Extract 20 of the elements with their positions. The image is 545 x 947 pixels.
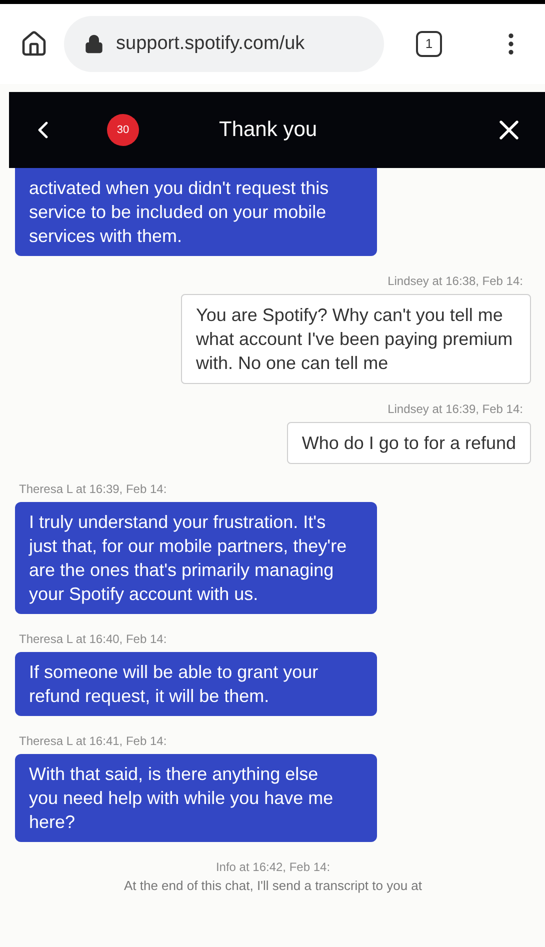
message-meta: Lindsey at 16:38, Feb 14: [388,273,523,290]
customer-message-bubble: Who do I go to for a refund [286,422,531,464]
message-meta: Theresa L at 16:40, Feb 14: [19,631,167,648]
message-meta: Info at 16:42, Feb 14: [216,859,330,876]
url-text: support.spotify.com/uk [116,32,305,56]
message-meta: Theresa L at 16:39, Feb 14: [19,481,167,498]
lock-icon [84,34,104,54]
agent-message-bubble: activated when you didn't request this service to be included on your mobile services with them. [15,168,377,256]
address-bar[interactable]: support.spotify.com/uk [64,16,384,72]
home-icon[interactable] [20,30,48,58]
tab-count[interactable]: 1 [416,31,442,57]
agent-message-bubble: With that said, is there anything else you need help with while you have me here? [15,754,377,842]
unread-badge: 30 [107,114,139,146]
chat-title: Thank you [219,117,318,144]
info-message: At the end of this chat, I'll send a transcript to you at [124,877,422,895]
agent-message-bubble: If someone will be able to grant your refund request, it will be them. [15,652,377,716]
agent-message-bubble: I truly understand your frustration. It's just that, for our mobile partners, they're are the ones that's primarily managing your Spotify account with us. [15,502,377,614]
message-meta: Theresa L at 16:41, Feb 14: [19,733,167,750]
message-meta: Lindsey at 16:39, Feb 14: [388,401,523,418]
customer-message-bubble: You are Spotify? Why can't you tell me what account I've been paying premium with. No one can tell me [181,294,531,384]
